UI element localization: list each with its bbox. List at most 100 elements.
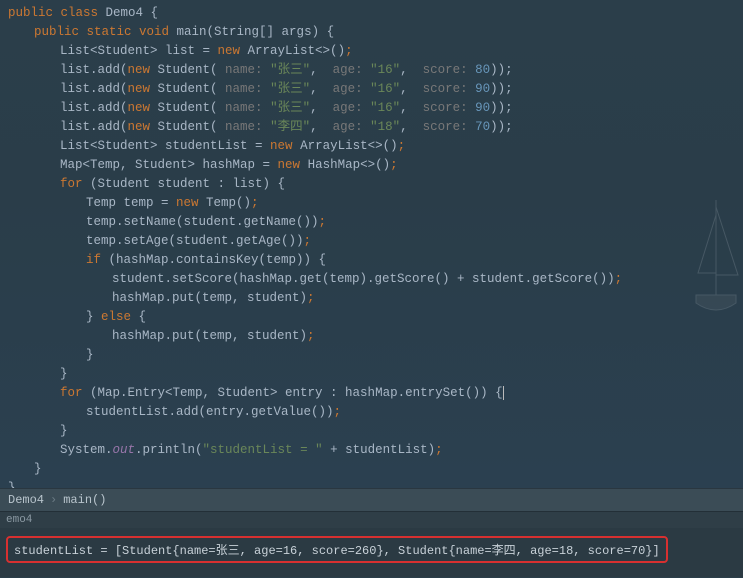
semicolon: ; (307, 291, 315, 305)
param-hint: age: (325, 101, 370, 115)
text-cursor-icon (503, 386, 504, 400)
code-line[interactable]: } (8, 422, 743, 441)
code-text: .println( (135, 443, 203, 457)
string: "张三" (270, 101, 310, 115)
code-text: list.add( (60, 63, 128, 77)
code-text: Temp() (199, 196, 252, 210)
brace: } (86, 310, 101, 324)
param-hint: score: (415, 120, 475, 134)
code-text: hashMap.put(temp, student) (112, 329, 307, 343)
code-line[interactable]: } (8, 346, 743, 365)
code-line[interactable]: public class Demo4 { (8, 4, 743, 23)
code-text: List<Student> studentList = (60, 139, 270, 153)
code-text: ArrayList<>() (293, 139, 398, 153)
comma: , (400, 82, 415, 96)
keyword-new: new (128, 63, 151, 77)
code-line[interactable]: list.add(new Student( name: "张三", age: "… (8, 80, 743, 99)
param-hint: age: (325, 82, 370, 96)
code-line[interactable]: Temp temp = new Temp(); (8, 194, 743, 213)
code-text: List<Student> list = (60, 44, 218, 58)
comma: , (310, 101, 325, 115)
brace: { (143, 6, 158, 20)
semicolon: ; (334, 405, 342, 419)
class-name: Demo4 (106, 6, 144, 20)
keyword-new: new (218, 44, 241, 58)
code-line[interactable]: temp.setName(student.getName()); (8, 213, 743, 232)
code-text: Map<Temp, Student> hashMap = (60, 158, 278, 172)
code-line[interactable]: System.out.println("studentList = " + st… (8, 441, 743, 460)
keyword-new: new (128, 120, 151, 134)
string: "16" (370, 101, 400, 115)
comma: , (400, 101, 415, 115)
console-panel[interactable]: studentList = [Student{name=张三, age=16, … (0, 528, 743, 577)
code-text: )); (490, 82, 513, 96)
code-text: Student( (150, 63, 218, 77)
code-text: HashMap<>() (300, 158, 390, 172)
code-line[interactable]: temp.setAge(student.getAge()); (8, 232, 743, 251)
keyword-new: new (270, 139, 293, 153)
code-line[interactable]: } (8, 460, 743, 479)
param-hint: age: (325, 63, 370, 77)
code-line[interactable]: List<Student> studentList = new ArrayLis… (8, 137, 743, 156)
code-line[interactable]: studentList.add(entry.getValue()); (8, 403, 743, 422)
code-text: )); (490, 63, 513, 77)
breadcrumb-method[interactable]: main() (63, 493, 106, 507)
code-line[interactable]: student.setScore(hashMap.get(temp).getSc… (8, 270, 743, 289)
brace: } (60, 367, 68, 381)
param-hint: score: (415, 82, 475, 96)
keyword-for: for (60, 386, 83, 400)
code-line[interactable]: hashMap.put(temp, student); (8, 327, 743, 346)
number: 70 (475, 120, 490, 134)
semicolon: ; (251, 196, 259, 210)
semicolon: ; (435, 443, 443, 457)
code-text: ArrayList<>() (240, 44, 345, 58)
code-line[interactable]: public static void main(String[] args) { (8, 23, 743, 42)
number: 90 (475, 82, 490, 96)
breadcrumb: Demo4 › main() (0, 488, 743, 511)
code-line[interactable]: hashMap.put(temp, student); (8, 289, 743, 308)
comma: , (310, 120, 325, 134)
keyword-new: new (278, 158, 301, 172)
field: out (113, 443, 136, 457)
code-line[interactable]: for (Student student : list) { (8, 175, 743, 194)
keyword-new: new (176, 196, 199, 210)
semicolon: ; (307, 329, 315, 343)
code-line[interactable]: if (hashMap.containsKey(temp)) { (8, 251, 743, 270)
comma: , (310, 82, 325, 96)
code-line[interactable]: for (Map.Entry<Temp, Student> entry : ha… (8, 384, 743, 403)
code-line[interactable]: List<Student> list = new ArrayList<>(); (8, 42, 743, 61)
code-text: )); (490, 101, 513, 115)
code-text: (Student student : list) { (83, 177, 286, 191)
code-text: Student( (150, 82, 218, 96)
code-line[interactable]: Map<Temp, Student> hashMap = new HashMap… (8, 156, 743, 175)
code-editor[interactable]: public class Demo4 { public static void … (0, 0, 743, 488)
code-text: student.setScore(hashMap.get(temp).getSc… (112, 272, 615, 286)
code-line[interactable]: } (8, 479, 743, 488)
code-text: Student( (150, 101, 218, 115)
brace: } (34, 462, 42, 476)
code-text: (hashMap.containsKey(temp)) { (101, 253, 326, 267)
breadcrumb-class[interactable]: Demo4 (8, 493, 44, 507)
code-line[interactable]: } (8, 365, 743, 384)
code-text: + studentList) (323, 443, 436, 457)
keyword: public static void (34, 25, 177, 39)
code-text: temp.setName(student.getName()) (86, 215, 319, 229)
brace: } (60, 424, 68, 438)
keyword-if: if (86, 253, 101, 267)
chevron-right-icon: › (50, 493, 57, 507)
code-text: Student( (150, 120, 218, 134)
param-hint: name: (218, 101, 271, 115)
brace: } (8, 481, 16, 488)
code-text: hashMap.put(temp, student) (112, 291, 307, 305)
number: 90 (475, 101, 490, 115)
code-line[interactable]: list.add(new Student( name: "李四", age: "… (8, 118, 743, 137)
code-line[interactable]: list.add(new Student( name: "张三", age: "… (8, 99, 743, 118)
param-hint: name: (218, 82, 271, 96)
semicolon: ; (390, 158, 398, 172)
method-name: main (177, 25, 207, 39)
code-line[interactable]: list.add(new Student( name: "张三", age: "… (8, 61, 743, 80)
console-tab[interactable]: emo4 (0, 511, 743, 528)
code-line[interactable]: } else { (8, 308, 743, 327)
string: "张三" (270, 82, 310, 96)
comma: , (310, 63, 325, 77)
